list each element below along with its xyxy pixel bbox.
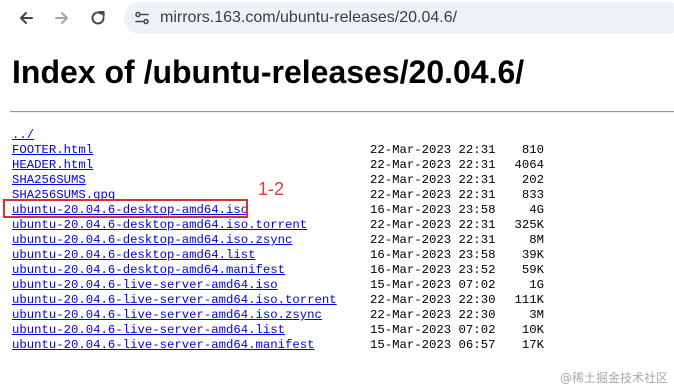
file-size: 39K (521, 248, 544, 262)
address-bar[interactable]: mirrors.163.com/ubuntu-releases/20.04.6/ (124, 2, 674, 34)
file-size: 59K (521, 263, 544, 277)
file-size: 4G (529, 203, 544, 217)
file-date: 15-Mar-2023 07:02 (370, 278, 496, 292)
file-date: 22-Mar-2023 22:31 (370, 173, 496, 187)
watermark: @稀土掘金技术社区 (559, 371, 668, 385)
file-link[interactable]: ubuntu-20.04.6-live-server-amd64.manifes… (12, 338, 315, 353)
file-date: 15-Mar-2023 07:02 (370, 323, 496, 337)
file-link[interactable]: FOOTER.html (12, 143, 93, 158)
file-link[interactable]: ubuntu-20.04.6-live-server-amd64.iso.tor… (12, 293, 337, 308)
file-link[interactable]: ubuntu-20.04.6-desktop-amd64.manifest (12, 263, 285, 278)
file-row: ubuntu-20.04.6-desktop-amd64.manifest 16-… (12, 263, 672, 278)
file-size: 111K (514, 293, 544, 307)
file-row: ubuntu-20.04.6-desktop-amd64.iso.torrent… (12, 218, 672, 233)
file-size: 833 (521, 188, 544, 202)
file-size: 810 (521, 143, 544, 157)
reload-icon (91, 11, 105, 25)
parent-directory-link[interactable]: ../ (12, 128, 34, 143)
file-row: ubuntu-20.04.6-live-server-amd64.list 15-… (12, 323, 672, 338)
site-settings-icon[interactable] (134, 10, 150, 26)
file-size: 325K (514, 218, 544, 232)
arrow-left-icon (20, 12, 33, 24)
file-date: 22-Mar-2023 22:31 (370, 218, 496, 232)
file-row: ubuntu-20.04.6-live-server-amd64.iso.tor… (12, 293, 672, 308)
file-date: 22-Mar-2023 22:31 (370, 188, 496, 202)
divider (10, 111, 674, 113)
file-link[interactable]: SHA256SUMS (12, 173, 86, 188)
file-link[interactable]: ubuntu-20.04.6-desktop-amd64.iso.zsync (12, 233, 292, 248)
file-date: 22-Mar-2023 22:30 (370, 308, 496, 322)
file-listing: ../ FOOTER.html 22-Mar-2023 22:31 810 HEADE… (12, 128, 672, 353)
file-link[interactable]: ubuntu-20.04.6-live-server-amd64.list (12, 323, 285, 338)
forward-button[interactable] (50, 6, 74, 30)
browser-toolbar: mirrors.163.com/ubuntu-releases/20.04.6/ (0, 0, 674, 36)
file-row: ubuntu-20.04.6-desktop-amd64.iso.zsync 22… (12, 233, 672, 248)
file-date: 15-Mar-2023 06:57 (370, 338, 496, 352)
file-date: 22-Mar-2023 22:30 (370, 293, 496, 307)
reload-button[interactable] (86, 6, 110, 30)
file-size: 1G (529, 278, 544, 292)
back-button[interactable] (14, 6, 38, 30)
file-size: 10K (521, 323, 544, 337)
file-size: 3M (529, 308, 544, 322)
file-row: ubuntu-20.04.6-live-server-amd64.iso.zsy… (12, 308, 672, 323)
url-text[interactable]: mirrors.163.com/ubuntu-releases/20.04.6/ (160, 9, 457, 27)
file-date: 16-Mar-2023 23:58 (370, 203, 496, 217)
page-title: Index of /ubuntu-releases/20.04.6/ (12, 54, 525, 90)
file-size: 8M (529, 233, 544, 247)
file-date: 22-Mar-2023 22:31 (370, 143, 496, 157)
parent-directory-row: ../ (12, 128, 672, 143)
file-link[interactable]: HEADER.html (12, 158, 93, 173)
file-row: SHA256SUMS 22-Mar-2023 22:31 202 (12, 173, 672, 188)
highlight-box (3, 199, 248, 218)
file-row: ubuntu-20.04.6-desktop-amd64.list 16-Mar-… (12, 248, 672, 263)
file-date: 16-Mar-2023 23:58 (370, 248, 496, 262)
file-link[interactable]: ubuntu-20.04.6-desktop-amd64.list (12, 248, 256, 263)
file-date: 16-Mar-2023 23:52 (370, 263, 496, 277)
file-link[interactable]: ubuntu-20.04.6-live-server-amd64.iso (12, 278, 278, 293)
file-row: FOOTER.html 22-Mar-2023 22:31 810 (12, 143, 672, 158)
file-size: 202 (521, 173, 544, 187)
file-row: ubuntu-20.04.6-live-server-amd64.iso 15-M… (12, 278, 672, 293)
file-link[interactable]: ubuntu-20.04.6-live-server-amd64.iso.zsy… (12, 308, 322, 323)
file-row: HEADER.html 22-Mar-2023 22:31 4064 (12, 158, 672, 173)
file-size: 4064 (514, 158, 544, 172)
file-row: ubuntu-20.04.6-live-server-amd64.manifes… (12, 338, 672, 353)
file-date: 22-Mar-2023 22:31 (370, 233, 496, 247)
annotation-label: 1-2 (258, 179, 285, 199)
file-size: 17K (521, 338, 544, 352)
file-date: 22-Mar-2023 22:31 (370, 158, 496, 172)
file-link[interactable]: ubuntu-20.04.6-desktop-amd64.iso.torrent (12, 218, 307, 233)
arrow-right-icon (55, 12, 68, 24)
